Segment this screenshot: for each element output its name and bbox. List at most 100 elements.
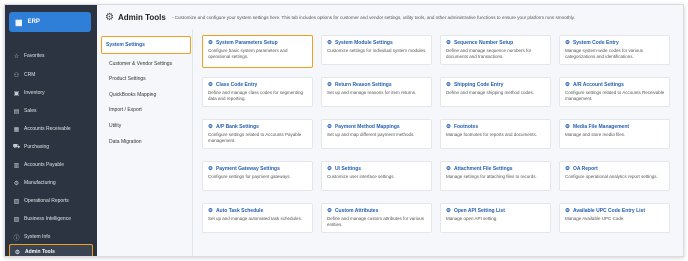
gear-icon: ⚙ bbox=[208, 124, 213, 130]
page-description: - Customize and configure your system se… bbox=[171, 14, 575, 20]
sidebar-item-business-intelligence[interactable]: ▨ Business Intelligence bbox=[5, 212, 97, 226]
sidebar-item-label: Inventory bbox=[24, 90, 45, 96]
card-payment-method-mappings[interactable]: ⚙ Payment Method Mappings Set up and map d… bbox=[321, 119, 432, 149]
card-title-label: UI Settings bbox=[334, 166, 362, 172]
card-description: Set up and manage reasons for item retur… bbox=[327, 90, 417, 95]
app-logo[interactable]: ▦ ERP bbox=[9, 12, 91, 32]
gear-icon: ⚙ bbox=[446, 40, 451, 46]
submenu-item-import-export[interactable]: Import / Export bbox=[105, 102, 189, 117]
card-title-label: Media File Management bbox=[572, 124, 630, 130]
gear-icon: ⚙ bbox=[446, 166, 451, 172]
gear-icon: ⚙ bbox=[327, 40, 332, 46]
submenu-item-quickbooks-mapping[interactable]: QuickBooks Mapping bbox=[105, 87, 189, 102]
card-title: ⚙ Payment Gateway Settings bbox=[208, 166, 308, 172]
accounts-receivable-icon: ▦ bbox=[13, 126, 20, 133]
card-description: Define and manage sequence numbers for d… bbox=[446, 48, 532, 60]
card-title: ⚙ Auto Task Schedule bbox=[208, 208, 308, 214]
card-available-upc-code-entry-list[interactable]: ⚙ Available UPC Code Entry List Manage Ava… bbox=[559, 203, 670, 233]
card-return-reason-settings[interactable]: ⚙ Return Reason Settings Set up and manage… bbox=[321, 77, 432, 107]
card-attachment-file-settings[interactable]: ⚙ Attachment File Settings Manage settings… bbox=[440, 161, 551, 191]
system-info-icon: ⓘ bbox=[13, 235, 20, 242]
gear-icon: ⚙ bbox=[208, 82, 213, 88]
card-system-module-settings[interactable]: ⚙ System Module Settings Customize setting… bbox=[321, 35, 432, 65]
sidebar-item-accounts-receivable[interactable]: ▦ Accounts Receivable bbox=[5, 122, 97, 136]
card-description: Manage footnotes for reports and documen… bbox=[446, 132, 538, 137]
card-shipping-code-entry[interactable]: ⚙ Shipping Code Entry Define and manage sh… bbox=[440, 77, 551, 107]
logo-label: ERP bbox=[27, 19, 40, 25]
card-description: Define and manage shipping method codes. bbox=[446, 90, 535, 95]
card-system-code-entry[interactable]: ⚙ System Code Entry Manage system-wide cod… bbox=[559, 35, 670, 65]
card-title-label: Payment Method Mappings bbox=[334, 124, 400, 130]
sidebar-item-favorites[interactable]: ☆ Favorites bbox=[5, 49, 97, 63]
card-sequence-number-setup[interactable]: ⚙ Sequence Number Setup Define and manage … bbox=[440, 35, 551, 65]
card-title: ⚙ Custom Attributes bbox=[327, 208, 427, 214]
sidebar: ▦ ERP ☆ Favorites ⚇ CRM ▣ Inventory ▤ Sales ▦ Acc… bbox=[5, 5, 97, 256]
card-system-parameters-setup[interactable]: ⚙ System Parameters Setup Configure basic … bbox=[202, 35, 313, 68]
card-title-label: Shipping Code Entry bbox=[453, 82, 504, 88]
gear-icon: ⚙ bbox=[327, 82, 332, 88]
gear-icon: ⚙ bbox=[105, 11, 114, 23]
card-auto-task-schedule[interactable]: ⚙ Auto Task Schedule Set up and manage aut… bbox=[202, 203, 313, 233]
purchasing-icon: ⛟ bbox=[12, 144, 21, 150]
sidebar-item-admin-tools[interactable]: ⚙ Admin Tools bbox=[9, 244, 93, 256]
card-title-label: A/P Bank Settings bbox=[215, 124, 259, 130]
gear-icon: ⚙ bbox=[565, 208, 570, 214]
gear-icon: ⚙ bbox=[565, 124, 570, 130]
card-description: Define and manage class codes for segmen… bbox=[208, 90, 304, 102]
card-title-label: System Code Entry bbox=[572, 40, 619, 46]
sidebar-item-label: Operational Reports bbox=[24, 198, 69, 204]
sidebar-item-system-info[interactable]: ⓘ System Info bbox=[5, 230, 97, 244]
card-title: ⚙ Class Code Entry bbox=[208, 82, 308, 88]
card-title: ⚙ A/R Account Settings bbox=[565, 82, 665, 88]
sidebar-item-purchasing[interactable]: ⛟ Purchasing bbox=[5, 140, 97, 154]
sidebar-item-inventory[interactable]: ▣ Inventory bbox=[5, 86, 97, 100]
sidebar-item-label: Admin Tools bbox=[25, 249, 55, 255]
submenu-item-utility[interactable]: Utility bbox=[105, 118, 189, 133]
card-title-label: Sequence Number Setup bbox=[453, 40, 514, 46]
business-intelligence-icon: ▨ bbox=[13, 216, 20, 223]
accounts-payable-icon: ▥ bbox=[13, 162, 20, 169]
submenu-item-system-settings[interactable]: System Settings bbox=[101, 36, 191, 54]
card-open-api-setting-list[interactable]: ⚙ Open API Setting List Manage open API se… bbox=[440, 203, 551, 233]
card-a-p-bank-settings[interactable]: ⚙ A/P Bank Settings Configure settings rel… bbox=[202, 119, 313, 149]
submenu-item-product-settings[interactable]: Product Settings bbox=[105, 71, 189, 86]
card-title: ⚙ Media File Management bbox=[565, 124, 665, 130]
gear-icon: ⚙ bbox=[446, 124, 451, 130]
gear-icon: ⚙ bbox=[565, 166, 570, 172]
card-payment-gateway-settings[interactable]: ⚙ Payment Gateway Settings Configure setti… bbox=[202, 161, 313, 191]
grid-icon: ▦ bbox=[15, 17, 23, 27]
card-media-file-management[interactable]: ⚙ Media File Management Manage and store m… bbox=[559, 119, 670, 149]
gear-icon: ⚙ bbox=[565, 40, 570, 46]
card-ui-settings[interactable]: ⚙ UI Settings Customize user interface set… bbox=[321, 161, 432, 191]
card-footnotes[interactable]: ⚙ Footnotes Manage footnotes for reports a… bbox=[440, 119, 551, 149]
submenu-item-customer-vendor-settings[interactable]: Customer & Vendor Settings bbox=[105, 56, 189, 71]
operational-reports-icon: ▧ bbox=[13, 198, 20, 205]
card-title: ⚙ System Module Settings bbox=[327, 40, 427, 46]
card-title-label: Open API Setting List bbox=[453, 208, 505, 214]
sidebar-item-label: Accounts Payable bbox=[24, 162, 65, 168]
card-description: Configure settings related to Accounts P… bbox=[208, 132, 302, 144]
page-header: ⚙ Admin Tools - Customize and configure … bbox=[97, 5, 683, 29]
sidebar-item-manufacturing[interactable]: ⚙ Manufacturing bbox=[5, 176, 97, 190]
sidebar-item-crm[interactable]: ⚇ CRM bbox=[5, 68, 97, 82]
sidebar-item-operational-reports[interactable]: ▧ Operational Reports bbox=[5, 194, 97, 208]
card-custom-attributes[interactable]: ⚙ Custom Attributes Define and manage cust… bbox=[321, 203, 432, 233]
card-oa-report[interactable]: ⚙ OA Report Configure operational analytic… bbox=[559, 161, 670, 191]
sidebar-item-label: Purchasing bbox=[24, 144, 50, 150]
sidebar-item-accounts-payable[interactable]: ▥ Accounts Payable bbox=[5, 158, 97, 172]
favorites-icon: ☆ bbox=[13, 53, 20, 60]
card-a-r-account-settings[interactable]: ⚙ A/R Account Settings Configure settings … bbox=[559, 77, 670, 107]
card-description: Manage and store media files. bbox=[565, 132, 626, 137]
card-description: Manage settings for attaching files to r… bbox=[446, 174, 537, 179]
card-description: Set up and map different payment methods… bbox=[327, 132, 415, 137]
card-title-label: Attachment File Settings bbox=[453, 166, 513, 172]
card-title: ⚙ UI Settings bbox=[327, 166, 427, 172]
card-title-label: Footnotes bbox=[453, 124, 479, 130]
submenu-item-data-migration[interactable]: Data Migration bbox=[105, 134, 189, 149]
card-title: ⚙ System Code Entry bbox=[565, 40, 665, 46]
sidebar-item-sales[interactable]: ▤ Sales bbox=[5, 104, 97, 118]
gear-icon: ⚙ bbox=[446, 208, 451, 214]
card-class-code-entry[interactable]: ⚙ Class Code Entry Define and manage class… bbox=[202, 77, 313, 107]
admin-tools-icon: ⚙ bbox=[14, 249, 21, 256]
sidebar-item-label: CRM bbox=[24, 72, 36, 78]
